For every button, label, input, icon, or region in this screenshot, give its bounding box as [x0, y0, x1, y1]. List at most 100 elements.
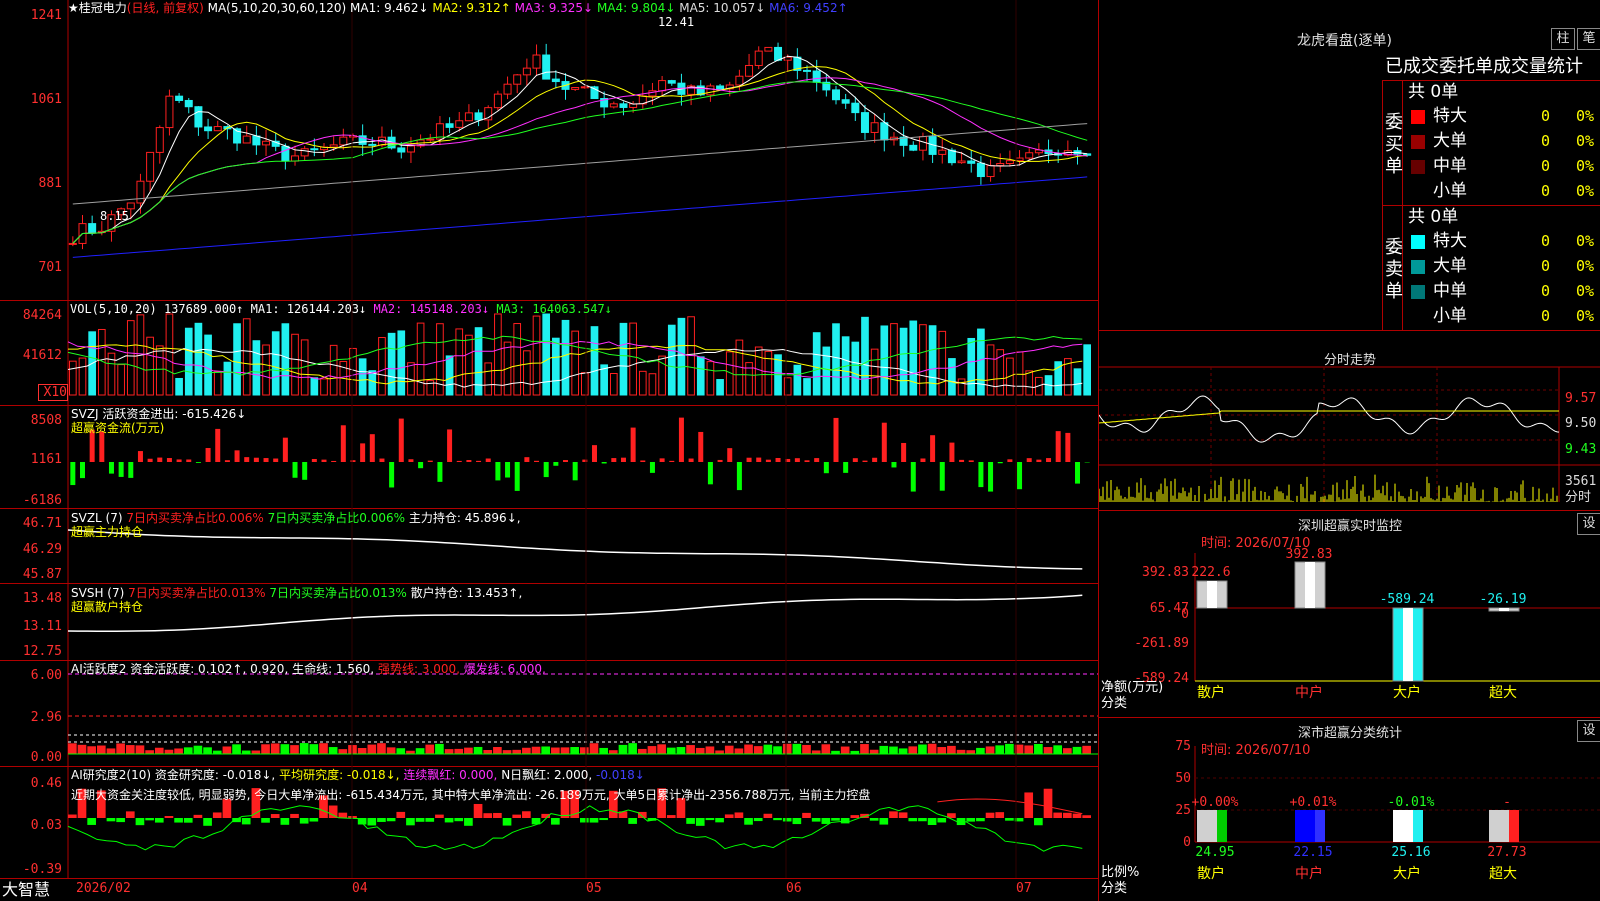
volume-bar — [562, 320, 569, 395]
flow-bar — [708, 462, 713, 484]
monitor-panel[interactable]: 深圳超赢实时监控 设 时间: 2026/07/10 392.8365.470-2… — [1098, 510, 1600, 718]
flow-bar — [119, 462, 124, 477]
flow-bar — [1056, 431, 1061, 462]
research-bar — [87, 818, 96, 825]
classify-panel[interactable]: 深市超赢分类统计 设 时间: 2026/07/10 7550250+0.00%2… — [1098, 717, 1600, 901]
fs-axis-2: 9.50 — [1565, 417, 1596, 431]
monitor-chart[interactable]: 392.8365.470-261.89-589.24222.6散户392.83中… — [1099, 511, 1600, 718]
price-axis-3: 881 — [0, 176, 62, 191]
volume-bar — [920, 325, 927, 395]
svzl-pane[interactable]: SVZL (7) 7日内买卖净占比0.006% 7日内买卖净占比0.006% 主… — [0, 508, 1098, 584]
monitor-bar-highlight — [1207, 581, 1217, 608]
research-bar — [628, 818, 637, 824]
price-pane[interactable]: ★桂冠电力(日线, 前复权) MA(5,10,20,30,60,120) MA1… — [0, 0, 1098, 301]
flow-bar — [418, 462, 423, 468]
fs-label: 分时 — [1565, 491, 1591, 505]
activity-bar — [387, 747, 396, 754]
svsh-a: 7日内买卖净占比0.013% — [128, 586, 265, 600]
ma2-value: MA2: 9.312↑ — [432, 1, 510, 15]
ai-research-chart[interactable] — [0, 766, 1098, 878]
x-label-1: 2026/02 — [76, 882, 131, 896]
ai1-burst: 爆发线: 6.000, — [464, 662, 546, 676]
candle-body — [127, 203, 134, 209]
research-bar — [889, 811, 898, 818]
volume-bar — [620, 323, 627, 395]
research-bar — [754, 818, 763, 821]
research-bar — [928, 818, 937, 825]
flow-bar — [370, 434, 375, 462]
activity-bar — [783, 744, 792, 754]
research-bar — [1073, 814, 1082, 818]
volume-bar — [929, 326, 936, 395]
intraday-avg-line — [1099, 411, 1559, 423]
candle-body — [137, 181, 144, 203]
order-side-label: 委卖单 — [1385, 237, 1403, 303]
candle-body — [881, 123, 888, 140]
research-bar — [638, 812, 647, 818]
candle-body — [214, 127, 221, 131]
lhb-panel: 龙虎看盘(逐单) 柱 笔 已成交委托单成交量统计 委买单共 0单特大00%大单0… — [1098, 0, 1600, 345]
research-bar — [290, 814, 299, 818]
tick-mode-button[interactable]: 笔 — [1577, 28, 1600, 50]
monitor-cat: 分类 — [1101, 697, 1127, 711]
fs-vol-axis: 3561 — [1565, 475, 1596, 489]
flow-bar — [592, 445, 597, 462]
flow-bar — [515, 462, 520, 491]
flow-bar — [737, 462, 742, 490]
activity-bar — [300, 743, 309, 754]
candle-body — [243, 136, 250, 143]
ai-activity-pane[interactable]: AI活跃度2 资金活跃度: 0.102↑, 0.920, 生命线: 1.560,… — [0, 660, 1098, 767]
ma5-value: MA5: 10.057↓ — [679, 1, 765, 15]
research-bar — [986, 813, 995, 818]
flow-bar — [611, 458, 616, 462]
research-bar — [107, 818, 116, 821]
volume-bar — [572, 331, 579, 395]
volume-pane[interactable]: VOL(5,10,20) 137689.000↑ MA1: 126144.203… — [0, 300, 1098, 406]
svzj-pane[interactable]: SVZJ 活跃资金进出: -615.426↓ 超赢资金流(万元) 8508 11… — [0, 405, 1098, 509]
stats-tabs[interactable]: 已成交委托单成交量统计 — [1385, 56, 1583, 78]
volume-bar — [330, 345, 337, 395]
flow-bar — [959, 460, 964, 462]
flow-bar — [843, 462, 848, 473]
activity-bar — [735, 748, 744, 754]
candle-body — [195, 107, 202, 127]
price-chart[interactable] — [0, 0, 1098, 300]
activity-bar — [512, 750, 521, 754]
research-bar — [879, 818, 888, 825]
flow-bar — [582, 460, 587, 462]
order-row-name: 小单 — [1433, 181, 1467, 201]
svzl-label: SVZL (7) — [71, 511, 123, 525]
order-row-value: 0 — [1541, 282, 1550, 300]
research-bar — [522, 811, 531, 818]
activity-bar — [435, 744, 444, 754]
activity-bar — [493, 747, 502, 754]
volume-bar — [1074, 369, 1081, 395]
research-bar — [870, 818, 879, 821]
monitor-axis-label: 0 — [1181, 607, 1189, 622]
activity-bar — [503, 750, 512, 754]
research-bar — [918, 818, 927, 821]
intraday-panel[interactable]: 分时走势 9.57 9.50 9.43 3561 分时 — [1098, 345, 1600, 510]
flow-bar — [1065, 433, 1070, 462]
classify-change: +0.00% — [1192, 795, 1239, 810]
activity-bar — [242, 751, 251, 754]
svsh-pane[interactable]: SVSH (7) 7日内买卖净占比0.013% 7日内买卖净占比0.013% 散… — [0, 583, 1098, 661]
research-bar — [580, 818, 589, 822]
activity-bar — [145, 750, 154, 754]
candle-body — [939, 150, 946, 154]
activity-bar — [551, 748, 560, 754]
research-bar — [300, 818, 309, 824]
flow-bar — [544, 462, 549, 477]
intraday-chart[interactable] — [1099, 345, 1600, 510]
classify-category: 超大 — [1489, 866, 1517, 882]
ai-research-pane[interactable]: AI研究度2(10) 资金研究度: -0.018↓, 平均研究度: -0.018… — [0, 766, 1098, 879]
volume-bar — [1084, 345, 1091, 395]
bar-mode-button[interactable]: 柱 — [1551, 28, 1575, 50]
flow-bar — [283, 438, 288, 462]
research-bar — [976, 818, 985, 821]
activity-bar — [638, 749, 647, 754]
order-row-value: 0 — [1541, 132, 1550, 150]
activity-bar — [590, 743, 599, 754]
classify-chart[interactable]: 7550250+0.00%24.95散户+0.01%22.15中户-0.01%2… — [1099, 718, 1600, 901]
activity-bar — [97, 746, 106, 754]
